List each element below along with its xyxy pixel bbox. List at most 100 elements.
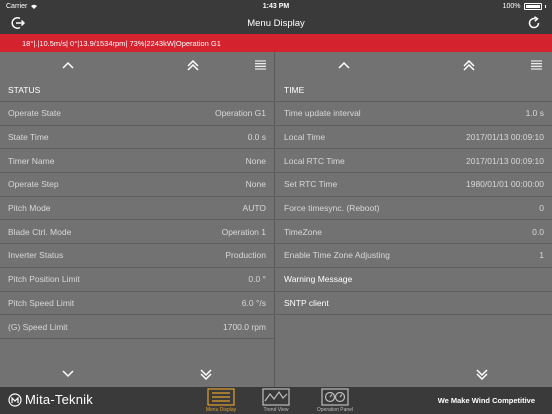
list-item[interactable]: Operate Step None: [0, 173, 274, 197]
trend-view-icon: [262, 388, 290, 406]
double-chevron-down-icon: [476, 368, 488, 380]
refresh-icon: [528, 16, 540, 29]
item-label: (G) Speed Limit: [8, 321, 68, 332]
logout-button[interactable]: [10, 15, 26, 31]
item-label: Pitch Mode: [8, 203, 51, 214]
page-down-button[interactable]: [199, 367, 213, 381]
item-label: Enable Time Zone Adjusting: [284, 250, 390, 261]
menu-lines-icon: [530, 60, 542, 70]
list-menu-button[interactable]: [253, 58, 267, 72]
item-value: 0: [539, 203, 544, 214]
mita-logo-icon: [8, 392, 22, 407]
time-heading: TIME: [276, 78, 552, 102]
item-value: Operation 1: [221, 226, 266, 237]
item-label: State Time: [8, 132, 49, 143]
status-panel-footer: [0, 361, 274, 387]
item-value: 1700.0 rpm: [223, 321, 266, 332]
nav-menu-display-label: Menu Display: [205, 407, 237, 413]
status-panel: STATUS Operate State Operation G1 State Ti…: [0, 52, 275, 387]
app-header: Menu Display: [0, 12, 552, 34]
carrier-label: Carrier: [6, 2, 28, 10]
time-list: Time update interval 1.0 s Local Time 2017/…: [276, 102, 552, 316]
turbine-info-text: 18°|.|10.5m/s| 0°|13.9/1534rpm| 73%|2243…: [22, 38, 221, 48]
item-label: Pitch Position Limit: [8, 274, 80, 285]
tagline: We Make Wind Competitive: [437, 396, 535, 405]
item-value: 1980/01/01 00:00:00: [466, 179, 544, 190]
list-item[interactable]: Pitch Position Limit 0.0 °: [0, 268, 274, 292]
item-label: SNTP client: [284, 297, 329, 308]
system-status-bar: Carrier 1:43 PM 100%: [0, 0, 552, 12]
item-label: Inverter Status: [8, 250, 64, 261]
nav-trend-view[interactable]: Trend View: [250, 388, 302, 414]
item-value: Production: [225, 250, 266, 261]
list-item[interactable]: Local RTC Time 2017/01/13 00:09:10: [276, 149, 552, 174]
list-item[interactable]: (G) Speed Limit 1700.0 rpm: [0, 315, 274, 339]
item-value: None: [245, 179, 266, 190]
item-label: Time update interval: [284, 108, 361, 119]
scroll-up-button[interactable]: [61, 58, 75, 72]
operation-panel-icon: [321, 388, 349, 406]
item-label: Set RTC Time: [284, 179, 338, 190]
list-item[interactable]: Pitch Mode AUTO: [0, 197, 274, 221]
double-chevron-down-icon: [200, 368, 212, 380]
item-label: Operate State: [8, 108, 61, 119]
list-item[interactable]: TimeZone 0.0: [276, 220, 552, 245]
page-down-button[interactable]: [475, 367, 489, 381]
brand-logo: Mita-Teknik: [8, 392, 93, 407]
item-value: 1: [539, 250, 544, 261]
refresh-button[interactable]: [526, 15, 542, 31]
nav-menu-display[interactable]: Menu Display: [195, 388, 247, 414]
menu-lines-icon: [254, 60, 266, 70]
battery-percent: 100%: [502, 2, 521, 10]
app-root: Carrier 1:43 PM 100% Menu Display 18°|.|…: [0, 0, 552, 414]
item-label: Operate Step: [8, 179, 59, 190]
nav-trend-view-label: Trend View: [263, 407, 289, 413]
item-value: 0.0 °: [248, 274, 266, 285]
list-item[interactable]: Set RTC Time 1980/01/01 00:00:00: [276, 173, 552, 197]
item-label: Force timesync. (Reboot): [284, 203, 380, 214]
bottom-bar: Mita-Teknik Menu Display Trend View Oper…: [0, 387, 552, 414]
list-item[interactable]: Force timesync. (Reboot) 0: [276, 197, 552, 221]
list-item[interactable]: State Time 0.0 s: [0, 126, 274, 150]
item-label: Blade Ctrl. Mode: [8, 226, 72, 237]
item-label: TimeZone: [284, 226, 322, 237]
list-item[interactable]: SNTP client: [276, 292, 552, 316]
time-panel: TIME Time update interval 1.0 s Local Time…: [276, 52, 552, 387]
item-value: 0.0 s: [247, 132, 266, 143]
item-label: Local Time: [284, 132, 326, 143]
item-value: AUTO: [242, 203, 266, 214]
item-value: 2017/01/13 00:09:10: [466, 155, 544, 166]
list-item[interactable]: Enable Time Zone Adjusting 1: [276, 244, 552, 268]
battery-icon: [523, 2, 542, 10]
item-label: Warning Message: [284, 274, 353, 285]
scroll-down-button[interactable]: [61, 367, 75, 381]
page-up-button[interactable]: [462, 58, 476, 72]
menu-display-icon: [207, 388, 235, 406]
item-label: Timer Name: [8, 155, 55, 166]
item-label: Pitch Speed Limit: [8, 297, 75, 308]
list-item[interactable]: Time update interval 1.0 s: [276, 102, 552, 126]
logout-icon: [11, 17, 25, 29]
nav-operation-panel[interactable]: Operation Panel: [309, 388, 361, 414]
item-value: 2017/01/13 00:09:10: [466, 132, 544, 143]
list-item[interactable]: Inverter Status Production: [0, 244, 274, 268]
list-item[interactable]: Pitch Speed Limit 6.0 °/s: [0, 292, 274, 316]
list-menu-button[interactable]: [529, 58, 543, 72]
list-item[interactable]: Local Time 2017/01/13 00:09:10: [276, 126, 552, 150]
double-chevron-up-icon: [187, 59, 199, 71]
list-item[interactable]: Warning Message: [276, 268, 552, 292]
item-value: 1.0 s: [525, 108, 544, 119]
item-value: Operation G1: [214, 108, 266, 119]
list-item[interactable]: Timer Name None: [0, 149, 274, 174]
list-item[interactable]: Operate State Operation G1: [0, 102, 274, 126]
scroll-up-button[interactable]: [337, 58, 351, 72]
chevron-up-icon: [62, 61, 74, 69]
list-item[interactable]: Blade Ctrl. Mode Operation 1: [0, 220, 274, 245]
item-value: 6.0 °/s: [241, 297, 266, 308]
status-panel-toolbar: [0, 52, 274, 78]
page-up-button[interactable]: [186, 58, 200, 72]
turbine-info-bar: 18°|.|10.5m/s| 0°|13.9/1534rpm| 73%|2243…: [0, 34, 552, 52]
item-value: 0.0: [532, 226, 544, 237]
wifi-icon: [31, 4, 38, 9]
time-panel-footer: [276, 361, 552, 387]
